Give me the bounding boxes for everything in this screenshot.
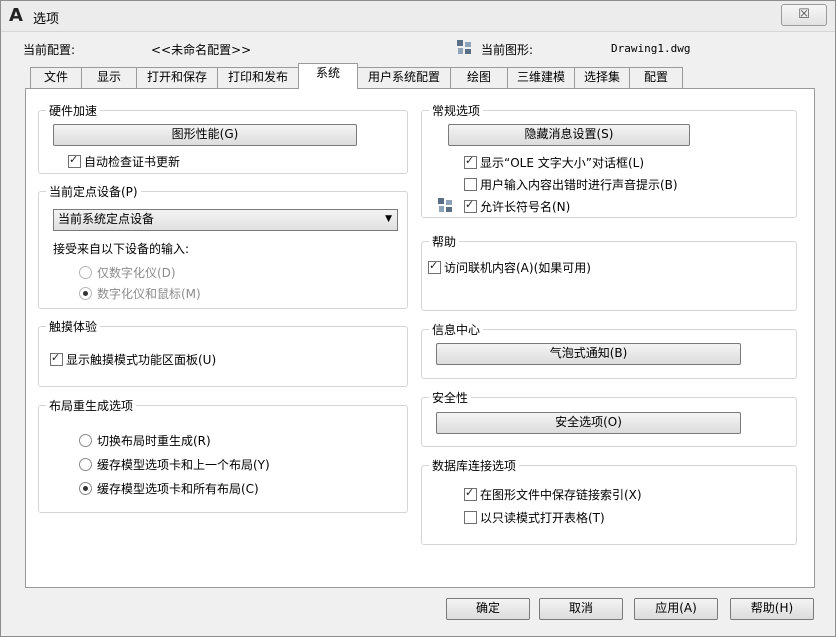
online-content-checkbox[interactable]: 访问联机内容(A)(如果可用) <box>428 259 591 276</box>
checkbox-label: 以只读模式打开表格(T) <box>480 511 605 525</box>
title-bar: A 选项 ☒ <box>1 1 835 32</box>
tab-system[interactable]: 系统 <box>298 63 358 89</box>
tab-user-preferences[interactable]: 用户系统配置 <box>357 67 451 88</box>
long-symbol-names-checkbox[interactable]: 允许长符号名(N) <box>464 198 570 215</box>
radio-icon <box>79 482 92 495</box>
tab-3d-modeling[interactable]: 三维建模 <box>507 67 575 88</box>
tab-selection[interactable]: 选择集 <box>574 67 630 88</box>
group-title: 硬件加速 <box>49 104 98 118</box>
window-title: 选项 <box>33 12 60 27</box>
checkbox-icon <box>464 486 477 501</box>
regen-on-switch-radio[interactable]: 切换布局时重生成(R) <box>79 432 211 449</box>
dropdown-arrow-icon: ▼ <box>385 214 392 224</box>
group-title: 布局重生成选项 <box>49 399 134 413</box>
group-title: 数据库连接选项 <box>432 459 517 473</box>
tab-open-save[interactable]: 打开和保存 <box>136 67 218 88</box>
current-drawing-value: Drawing1.dwg <box>611 42 691 55</box>
tab-drafting[interactable]: 绘图 <box>450 67 508 88</box>
tab-display[interactable]: 显示 <box>81 67 137 88</box>
cancel-button[interactable]: 取消 <box>539 598 623 620</box>
current-drawing-label: 当前图形: <box>481 43 534 57</box>
app-logo-icon: A <box>9 5 23 26</box>
radio-label: 仅数字化仪(D) <box>97 266 176 280</box>
select-value: 当前系统定点设备 <box>58 212 155 226</box>
checkbox-label: 访问联机内容(A)(如果可用) <box>444 261 591 275</box>
hidden-messages-settings-button[interactable]: 隐藏消息设置(S) <box>448 124 690 146</box>
checkbox-label: 在图形文件中保存链接索引(X) <box>480 488 642 502</box>
group-title: 触摸体验 <box>49 320 98 334</box>
auto-check-certificate-checkbox[interactable]: 自动检查证书更新 <box>68 153 180 170</box>
touch-ribbon-checkbox[interactable]: 显示触摸模式功能区面板(U) <box>50 351 216 368</box>
beep-on-error-checkbox[interactable]: 用户输入内容出错时进行声音提示(B) <box>464 176 678 193</box>
options-dialog: A 选项 ☒ 当前配置: <<未命名配置>> 当前图形: Drawing1.dw… <box>0 0 836 637</box>
security-options-button[interactable]: 安全选项(O) <box>436 412 741 434</box>
drawing-setting-icon <box>438 198 452 212</box>
pointing-device-select[interactable]: 当前系统定点设备 ▼ <box>53 209 398 231</box>
drawing-icon <box>457 40 471 54</box>
system-tab-panel: 硬件加速 图形性能(G) 自动检查证书更新 当前定点设备(P) 当前系统定点设备… <box>25 88 815 588</box>
open-tables-readonly-checkbox[interactable]: 以只读模式打开表格(T) <box>464 509 605 526</box>
checkbox-icon <box>464 178 477 191</box>
radio-label: 缓存模型选项卡和上一个布局(Y) <box>97 458 270 472</box>
save-link-index-checkbox[interactable]: 在图形文件中保存链接索引(X) <box>464 486 642 503</box>
current-profile-value: <<未命名配置>> <box>151 43 252 57</box>
radio-icon <box>79 266 92 279</box>
checkbox-icon <box>464 511 477 524</box>
checkbox-label: 显示“OLE 文字大小”对话框(L) <box>480 156 645 170</box>
radio-label: 缓存模型选项卡和所有布局(C) <box>97 482 259 496</box>
cache-model-all-layouts-radio[interactable]: 缓存模型选项卡和所有布局(C) <box>79 480 259 497</box>
group-title: 常规选项 <box>432 104 481 118</box>
radio-icon <box>79 434 92 447</box>
group-title: 信息中心 <box>432 323 481 337</box>
group-title: 安全性 <box>432 391 469 405</box>
digitizer-only-radio[interactable]: 仅数字化仪(D) <box>79 264 176 281</box>
radio-icon <box>79 458 92 471</box>
checkbox-icon <box>68 153 81 168</box>
current-profile-label: 当前配置: <box>23 43 76 57</box>
checkbox-icon <box>464 154 477 169</box>
checkbox-label: 允许长符号名(N) <box>480 200 571 214</box>
ok-button[interactable]: 确定 <box>446 598 530 620</box>
ole-text-size-checkbox[interactable]: 显示“OLE 文字大小”对话框(L) <box>464 154 644 171</box>
graphics-performance-button[interactable]: 图形性能(G) <box>53 124 357 146</box>
close-button[interactable]: ☒ <box>781 4 827 26</box>
checkbox-icon <box>50 351 63 366</box>
group-title: 帮助 <box>432 235 457 249</box>
radio-label: 切换布局时重生成(R) <box>97 434 211 448</box>
checkbox-icon <box>464 198 477 213</box>
apply-button[interactable]: 应用(A) <box>634 598 718 620</box>
checkbox-label: 用户输入内容出错时进行声音提示(B) <box>480 178 678 192</box>
group-title: 当前定点设备(P) <box>49 185 138 199</box>
tab-files[interactable]: 文件 <box>30 67 82 88</box>
cache-model-last-layout-radio[interactable]: 缓存模型选项卡和上一个布局(Y) <box>79 456 270 473</box>
checkbox-icon <box>428 259 441 274</box>
checkbox-label: 自动检查证书更新 <box>84 155 181 169</box>
tab-plot-publish[interactable]: 打印和发布 <box>217 67 299 88</box>
tab-profiles[interactable]: 配置 <box>629 67 683 88</box>
balloon-notification-button[interactable]: 气泡式通知(B) <box>436 343 741 365</box>
radio-icon <box>79 287 92 300</box>
help-button[interactable]: 帮助(H) <box>730 598 814 620</box>
digitizer-and-mouse-radio[interactable]: 数字化仪和鼠标(M) <box>79 285 201 302</box>
accept-input-label: 接受来自以下设备的输入: <box>53 242 190 256</box>
radio-label: 数字化仪和鼠标(M) <box>97 287 201 301</box>
close-icon: ☒ <box>798 7 810 22</box>
checkbox-label: 显示触摸模式功能区面板(U) <box>66 353 217 367</box>
